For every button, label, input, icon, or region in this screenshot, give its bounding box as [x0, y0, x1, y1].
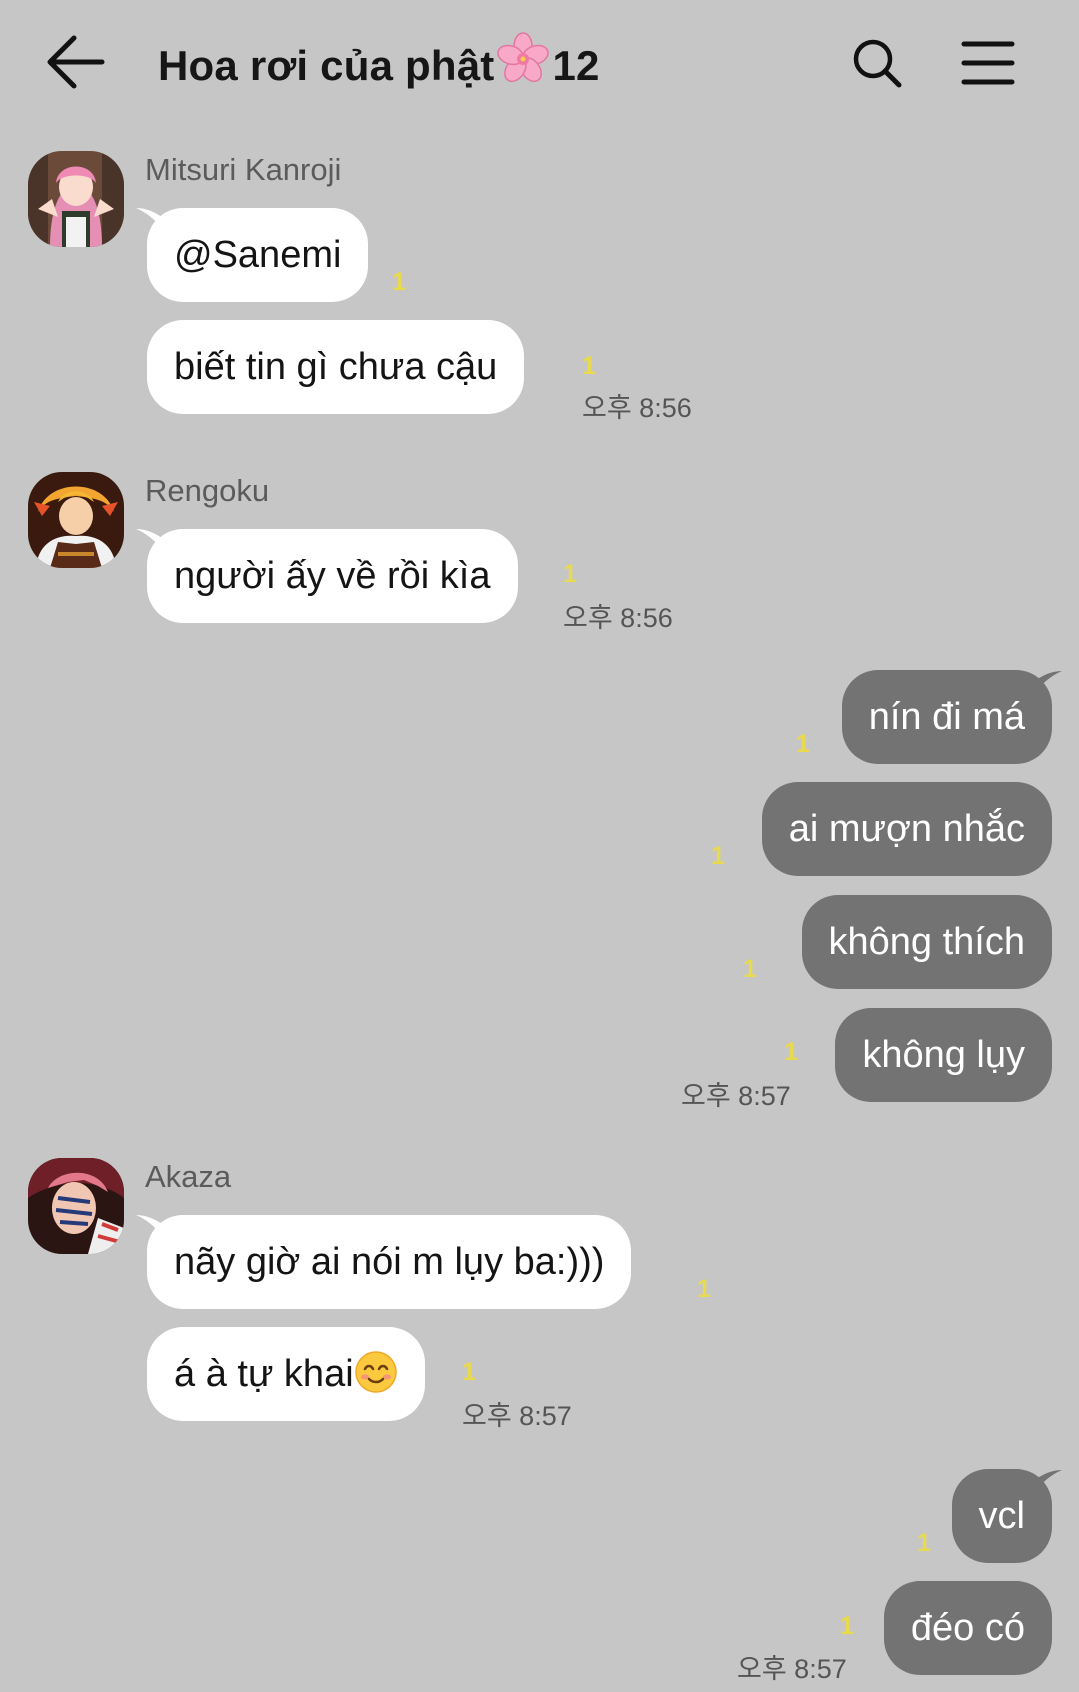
message-time: 오후 8:57 [737, 1654, 847, 1684]
avatar-akaza[interactable] [28, 1158, 124, 1254]
message-time: 오후 8:56 [563, 603, 673, 633]
message-bubble[interactable]: không thích [801, 895, 1052, 989]
unread-count: 1 [917, 1529, 931, 1557]
message-bubble[interactable]: đéo có [883, 1581, 1052, 1675]
message-bubble[interactable]: ai mượn nhắc [761, 782, 1052, 876]
sender-name: Rengoku [145, 473, 270, 508]
hamburger-icon [961, 41, 1015, 85]
chat-header: Hoa rơi của phật 12 [0, 0, 1079, 125]
search-icon [853, 39, 902, 88]
unread-count: 1 [840, 1612, 854, 1640]
sender-name: Akaza [145, 1159, 232, 1194]
message-text: á à tự khai [174, 1353, 354, 1395]
menu-button[interactable] [960, 38, 1016, 88]
member-count: 12 [552, 42, 600, 89]
message-time: 오후 8:57 [681, 1081, 791, 1111]
back-button[interactable] [40, 30, 110, 94]
cherry-blossom-icon [496, 32, 550, 96]
unread-count: 1 [711, 842, 725, 870]
unread-count: 1 [784, 1038, 798, 1066]
unread-count: 1 [563, 560, 577, 588]
message-time: 오후 8:56 [582, 393, 692, 423]
smiling-face-icon [354, 1335, 398, 1393]
unread-count: 1 [697, 1275, 711, 1303]
sender-name: Mitsuri Kanroji [145, 152, 342, 187]
unread-count: 1 [462, 1358, 476, 1386]
chat-name: Hoa rơi của phật [158, 42, 495, 89]
unread-count: 1 [582, 352, 596, 380]
message-bubble[interactable]: biết tin gì chưa cậu [147, 320, 525, 414]
avatar-rengoku[interactable] [28, 472, 124, 568]
chat-title: Hoa rơi của phật 12 [158, 32, 600, 96]
unread-count: 1 [392, 268, 406, 296]
avatar-mitsuri[interactable] [28, 151, 124, 247]
message-bubble[interactable]: nín đi má [841, 670, 1052, 764]
search-button[interactable] [850, 36, 904, 90]
message-bubble[interactable]: á à tự khai [147, 1327, 425, 1421]
message-time: 오후 8:57 [462, 1401, 572, 1431]
message-bubble[interactable]: nãy giờ ai nói m lụy ba:))) [147, 1215, 632, 1309]
arrow-left-icon [47, 35, 105, 89]
message-bubble[interactable]: không lụy [835, 1008, 1052, 1102]
message-bubble[interactable]: người ấy về rồi kìa [147, 529, 518, 623]
unread-count: 1 [743, 955, 757, 983]
message-bubble[interactable]: vcl [951, 1469, 1052, 1563]
unread-count: 1 [796, 730, 810, 758]
message-bubble[interactable]: @Sanemi [147, 208, 369, 302]
